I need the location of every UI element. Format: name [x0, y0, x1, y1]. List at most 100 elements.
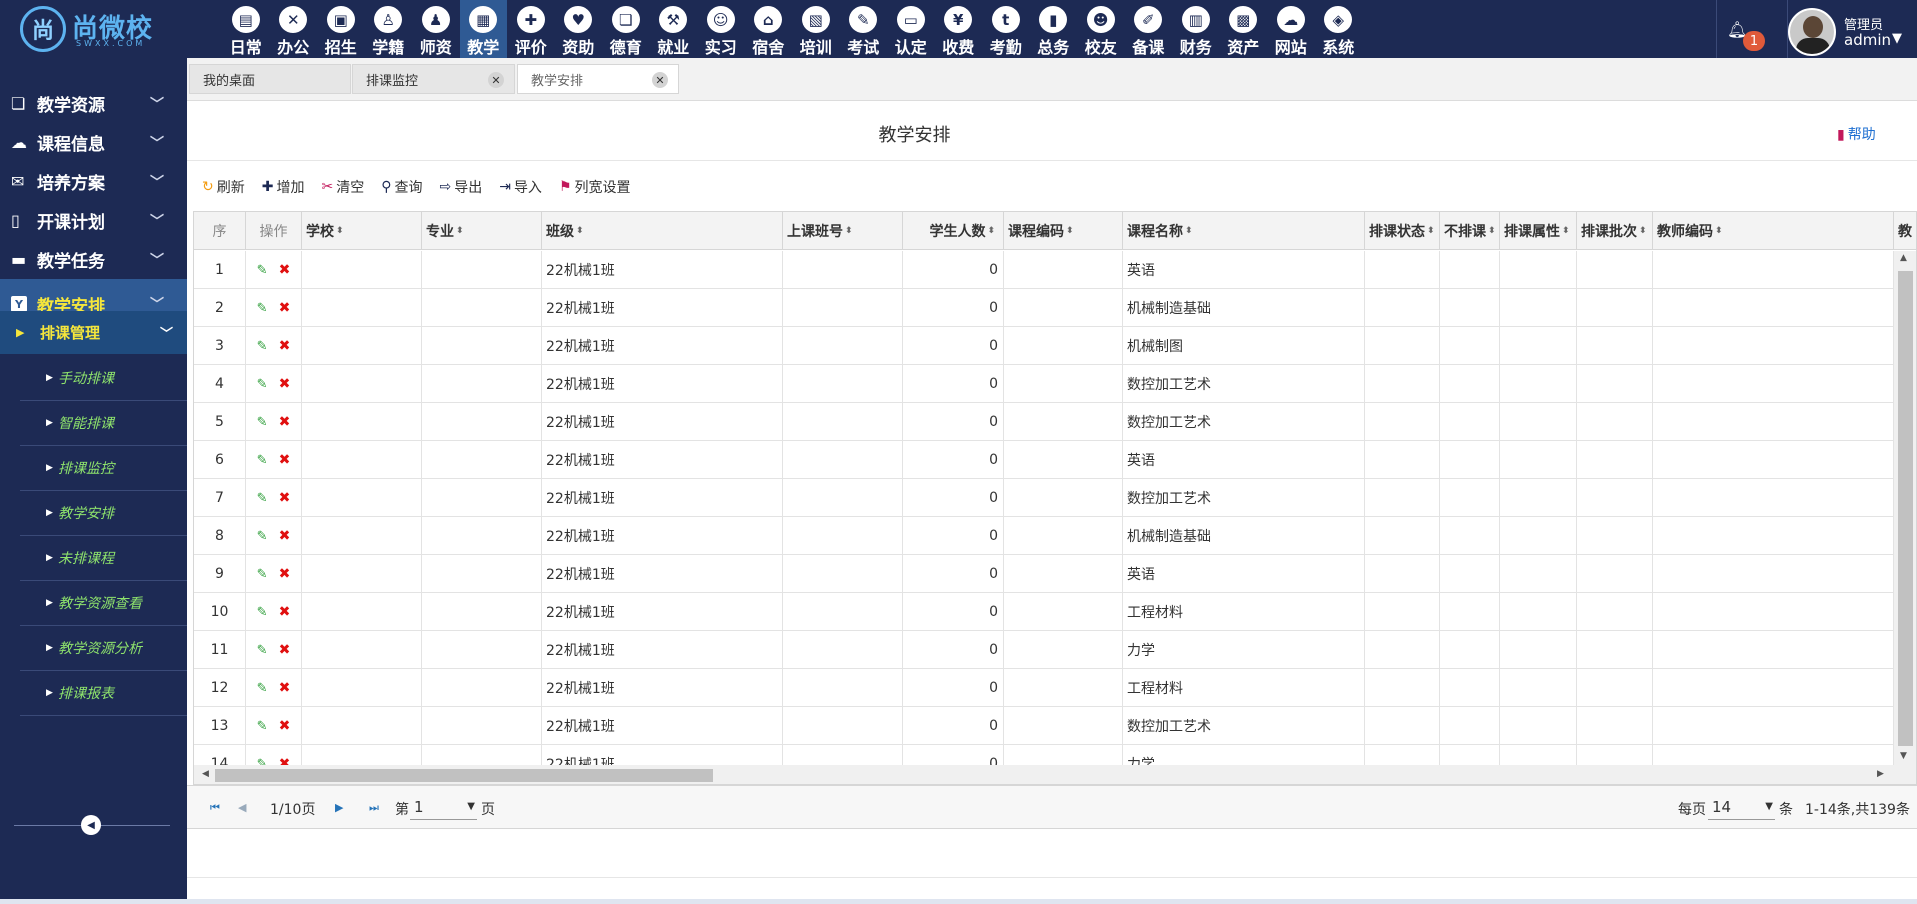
next-page-icon[interactable]: ▶	[335, 801, 343, 814]
delete-icon[interactable]: ✖	[279, 680, 291, 696]
sort-icon[interactable]: ⬍	[336, 226, 344, 236]
module-20-button[interactable]: ✐ 备课	[1125, 0, 1173, 58]
module-5-button[interactable]: ♟ 师资	[412, 0, 460, 58]
pencil-icon[interactable]: ✎	[257, 681, 268, 696]
toolbar-button-5[interactable]: ⇨ 导出	[439, 177, 482, 197]
sidebar-subitem-2[interactable]: ▶ 智能排课	[20, 401, 187, 446]
avatar[interactable]	[1788, 8, 1836, 56]
sort-icon[interactable]: ⬍	[987, 226, 995, 236]
table-row[interactable]: 12 ✎ ✖ 22机械1班 0 工程材料	[194, 669, 1894, 707]
sort-icon[interactable]: ⬍	[1562, 226, 1570, 236]
sidebar-item-2[interactable]: ☁ 课程信息 ﹀	[0, 123, 187, 162]
delete-icon[interactable]: ✖	[279, 262, 291, 278]
table-row[interactable]: 2 ✎ ✖ 22机械1班 0 机械制造基础	[194, 289, 1894, 327]
sort-icon[interactable]: ⬍	[1185, 226, 1193, 236]
scroll-down-icon[interactable]: ▼	[1900, 751, 1907, 761]
pencil-icon[interactable]: ✎	[257, 453, 268, 468]
tab-2[interactable]: 排课监控 ✕	[352, 64, 515, 94]
close-icon[interactable]: ✕	[652, 72, 668, 88]
sidebar-item-4[interactable]: ▯ 开课计划 ﹀	[0, 201, 187, 240]
pencil-icon[interactable]: ✎	[257, 263, 268, 278]
vertical-scrollbar[interactable]: ▲ ▼	[1894, 251, 1916, 765]
column-header[interactable]: 不排课 ⬍	[1440, 212, 1500, 250]
page-select[interactable]: 1 ▼	[410, 794, 477, 820]
prev-page-icon[interactable]: ◀	[238, 801, 246, 814]
toolbar-button-4[interactable]: ⚲ 查询	[381, 177, 422, 197]
pencil-icon[interactable]: ✎	[257, 339, 268, 354]
delete-icon[interactable]: ✖	[279, 528, 291, 544]
column-header[interactable]: 课程名称 ⬍	[1123, 212, 1365, 250]
pencil-icon[interactable]: ✎	[257, 301, 268, 316]
module-10-button[interactable]: ⚒ 就业	[650, 0, 698, 58]
table-row[interactable]: 6 ✎ ✖ 22机械1班 0 英语	[194, 441, 1894, 479]
sidebar-subitem-7[interactable]: ▶ 教学资源分析	[20, 626, 187, 671]
column-header[interactable]: 学生人数 ⬍	[903, 212, 1004, 250]
tab-3[interactable]: 教学安排 ✕	[517, 64, 679, 94]
column-header[interactable]: 学校 ⬍	[302, 212, 422, 250]
table-row[interactable]: 10 ✎ ✖ 22机械1班 0 工程材料	[194, 593, 1894, 631]
table-row[interactable]: 7 ✎ ✖ 22机械1班 0 数控加工艺术	[194, 479, 1894, 517]
toolbar-button-6[interactable]: ⇥ 导入	[499, 177, 542, 197]
sidebar-subitem-3[interactable]: ▶ 排课监控	[20, 446, 187, 491]
tab-1[interactable]: 我的桌面	[189, 64, 351, 94]
table-row[interactable]: 13 ✎ ✖ 22机械1班 0 数控加工艺术	[194, 707, 1894, 745]
module-23-button[interactable]: ☁ 网站	[1267, 0, 1315, 58]
column-header[interactable]: 排课属性 ⬍	[1500, 212, 1577, 250]
module-6-button[interactable]: ▦ 教学	[459, 0, 507, 58]
table-row[interactable]: 14 ✎ ✖ 22机械1班 0 力学	[194, 745, 1894, 765]
module-9-button[interactable]: ❏ 德育	[602, 0, 650, 58]
column-header[interactable]: 教	[1894, 212, 1916, 250]
sidebar-subitem-1[interactable]: ▶ 手动排课	[20, 356, 187, 401]
column-header[interactable]: 教师编码 ⬍	[1653, 212, 1894, 250]
module-24-button[interactable]: ◈ 系统	[1315, 0, 1363, 58]
module-3-button[interactable]: ▣ 招生	[317, 0, 365, 58]
pencil-icon[interactable]: ✎	[257, 529, 268, 544]
column-header[interactable]: 排课批次 ⬍	[1577, 212, 1653, 250]
sidebar-subitem-4[interactable]: ▶ 教学安排	[20, 491, 187, 536]
delete-icon[interactable]: ✖	[279, 756, 291, 765]
pencil-icon[interactable]: ✎	[257, 567, 268, 582]
table-row[interactable]: 4 ✎ ✖ 22机械1班 0 数控加工艺术	[194, 365, 1894, 403]
sidebar-subitem-6[interactable]: ▶ 教学资源查看	[20, 581, 187, 626]
module-13-button[interactable]: ▧ 培训	[792, 0, 840, 58]
collapse-sidebar-button[interactable]: ◀	[81, 815, 101, 835]
sidebar-item-3[interactable]: ✉ 培养方案 ﹀	[0, 162, 187, 201]
vertical-scroll-thumb[interactable]	[1898, 271, 1913, 746]
column-header[interactable]: 专业 ⬍	[422, 212, 542, 250]
brand-logo[interactable]: 尚 尚微校 SWXX.COM	[20, 6, 180, 52]
pencil-icon[interactable]: ✎	[257, 643, 268, 658]
module-4-button[interactable]: ♙ 学籍	[365, 0, 413, 58]
module-18-button[interactable]: ▮ 总务	[1030, 0, 1078, 58]
user-menu[interactable]: 管理员 admin ▼	[1788, 0, 1917, 58]
pencil-icon[interactable]: ✎	[257, 757, 268, 766]
sort-icon[interactable]: ⬍	[1639, 226, 1647, 236]
scroll-up-icon[interactable]: ▲	[1900, 253, 1907, 263]
toolbar-button-2[interactable]: ✚ 增加	[262, 177, 305, 197]
pencil-icon[interactable]: ✎	[257, 719, 268, 734]
module-16-button[interactable]: ¥ 收费	[935, 0, 983, 58]
pencil-icon[interactable]: ✎	[257, 377, 268, 392]
scroll-right-icon[interactable]: ▶	[1877, 769, 1884, 779]
sidebar-item-1[interactable]: ❏ 教学资源 ﹀	[0, 84, 187, 123]
module-1-button[interactable]: ▤ 日常	[222, 0, 270, 58]
column-header[interactable]: 课程编码 ⬍	[1004, 212, 1123, 250]
delete-icon[interactable]: ✖	[279, 642, 291, 658]
sort-icon[interactable]: ⬍	[1715, 226, 1723, 236]
module-15-button[interactable]: ▭ 认定	[887, 0, 935, 58]
scroll-left-icon[interactable]: ◀	[202, 769, 209, 779]
module-21-button[interactable]: ▥ 财务	[1172, 0, 1220, 58]
table-row[interactable]: 1 ✎ ✖ 22机械1班 0 英语	[194, 251, 1894, 289]
module-2-button[interactable]: ✕ 办公	[270, 0, 318, 58]
table-row[interactable]: 5 ✎ ✖ 22机械1班 0 数控加工艺术	[194, 403, 1894, 441]
delete-icon[interactable]: ✖	[279, 452, 291, 468]
module-12-button[interactable]: ⌂ 宿舍	[745, 0, 793, 58]
sort-icon[interactable]: ⬍	[1066, 226, 1074, 236]
module-17-button[interactable]: t 考勤	[982, 0, 1030, 58]
last-page-icon[interactable]: ⏭	[369, 801, 379, 815]
per-page-select[interactable]: 14 ▼	[1708, 794, 1775, 820]
sidebar-item-5[interactable]: ▬ 教学任务 ﹀	[0, 240, 187, 279]
delete-icon[interactable]: ✖	[279, 338, 291, 354]
toolbar-button-1[interactable]: ↻ 刷新	[202, 177, 245, 197]
sort-icon[interactable]: ⬍	[845, 226, 853, 236]
table-row[interactable]: 11 ✎ ✖ 22机械1班 0 力学	[194, 631, 1894, 669]
